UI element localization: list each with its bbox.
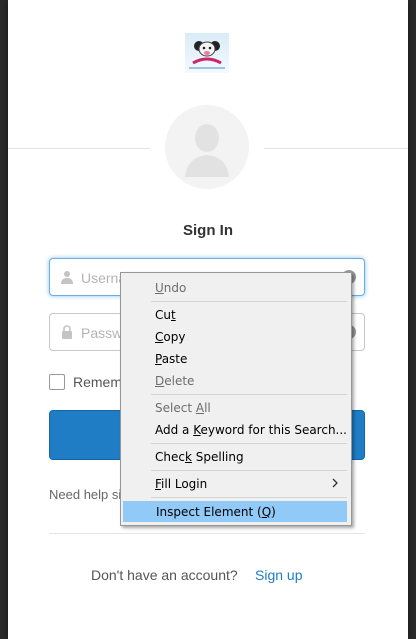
menu-item-check-spelling[interactable]: Check Spelling	[123, 447, 347, 467]
menu-item-fill-login[interactable]: Fill Login	[123, 474, 347, 494]
menu-item-label: Delete	[155, 374, 195, 388]
sign-up-link[interactable]: Sign up	[255, 567, 302, 583]
menu-separator	[151, 443, 347, 444]
context-menu: Undo Cut Copy Paste Delete Select All Ad…	[120, 272, 352, 526]
remember-me-checkbox[interactable]	[49, 374, 65, 390]
menu-item-label: Cut	[155, 308, 176, 322]
menu-item-undo[interactable]: Undo	[123, 278, 347, 298]
submenu-arrow-icon	[331, 477, 339, 491]
brand-logo-icon	[185, 33, 229, 73]
menu-item-copy[interactable]: Copy	[123, 327, 347, 347]
menu-item-add-keyword[interactable]: Add a Keyword for this Search...	[123, 420, 347, 440]
menu-item-inspect-element[interactable]: Inspect Element (Q)	[123, 501, 347, 522]
menu-item-label: Undo	[155, 281, 187, 295]
menu-item-label: Add a Keyword for this Search...	[155, 423, 347, 437]
menu-item-cut[interactable]: Cut	[123, 305, 347, 325]
footer-divider	[49, 533, 365, 534]
menu-item-paste[interactable]: Paste	[123, 349, 347, 369]
menu-separator	[151, 301, 347, 302]
no-account-text: Don't have an account?	[91, 567, 238, 583]
menu-item-label: Select All	[155, 401, 211, 415]
menu-item-label: Check Spelling	[155, 450, 244, 464]
lock-icon	[60, 325, 74, 344]
user-avatar-icon	[165, 105, 249, 189]
user-icon	[60, 270, 74, 289]
menu-item-label: Paste	[155, 352, 188, 366]
header-divider-left	[8, 148, 150, 149]
menu-separator	[151, 497, 347, 498]
menu-item-label: Fill Login	[155, 477, 208, 491]
menu-item-label: Copy	[155, 330, 186, 344]
menu-separator	[151, 394, 347, 395]
menu-separator	[151, 470, 347, 471]
menu-item-delete[interactable]: Delete	[123, 371, 347, 391]
header-divider-right	[264, 148, 408, 149]
menu-item-label: Inspect Element (Q)	[156, 505, 276, 519]
menu-item-select-all[interactable]: Select All	[123, 398, 347, 418]
page-title: Sign In	[183, 222, 233, 239]
